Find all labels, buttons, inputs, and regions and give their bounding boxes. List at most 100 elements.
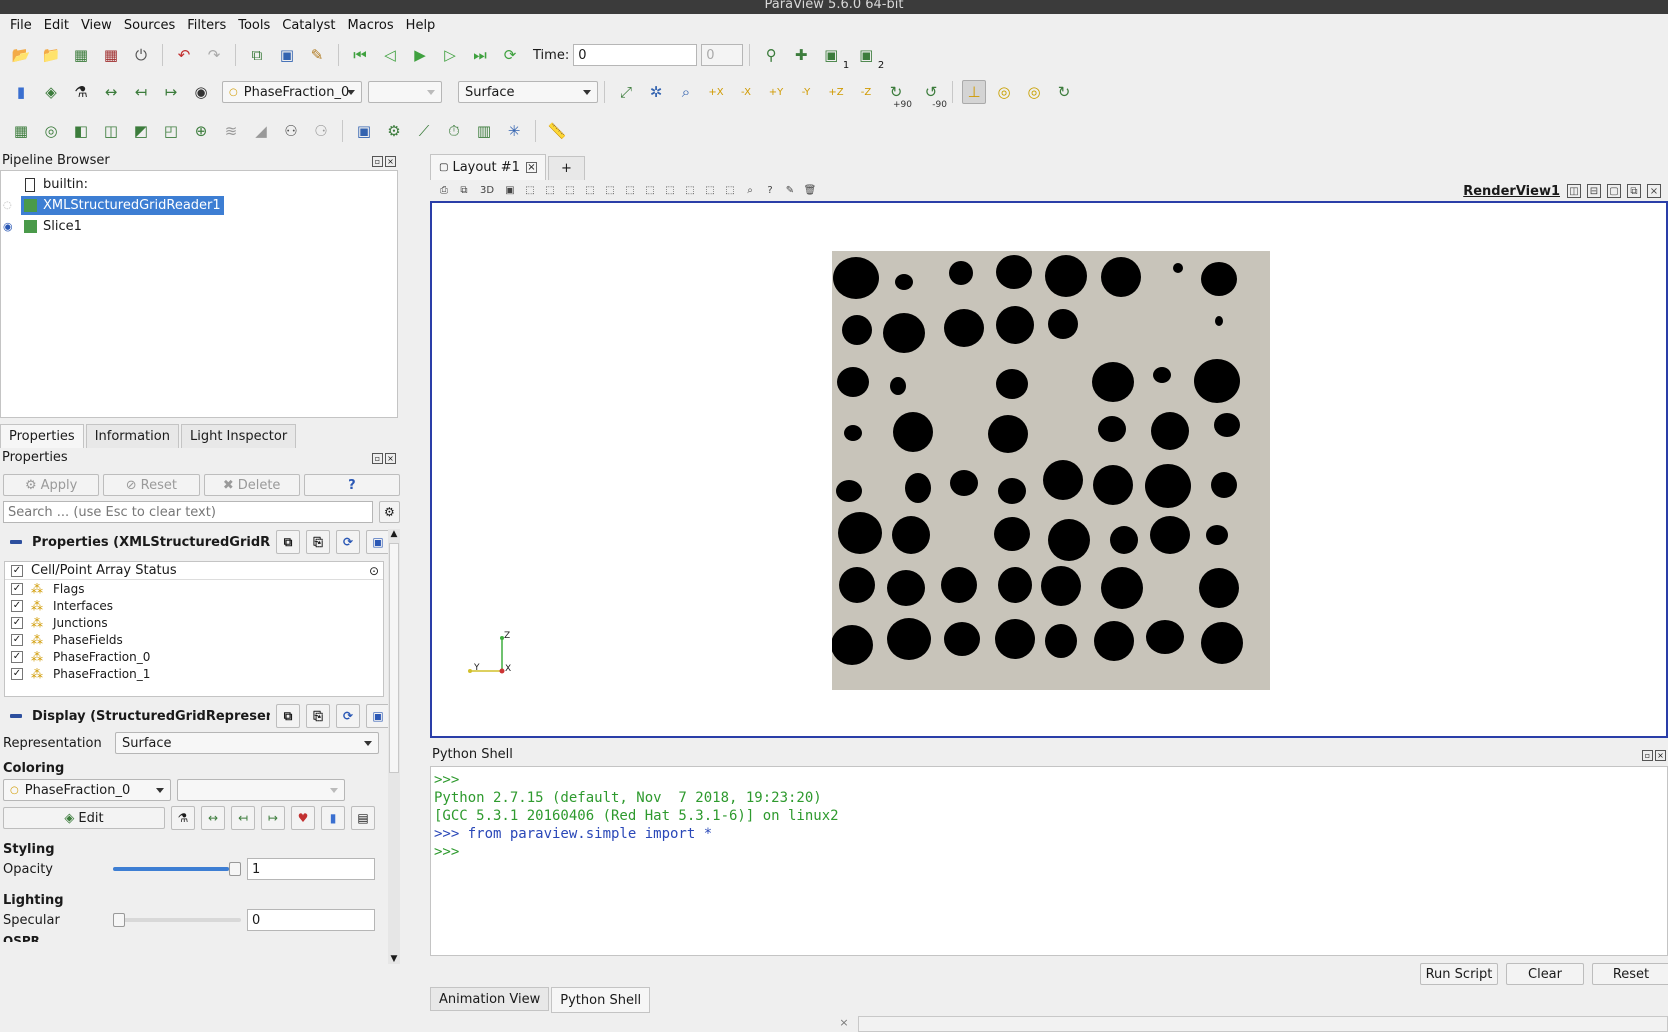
grow-selection-icon[interactable]: ⬚: [683, 184, 697, 198]
tab-python-shell[interactable]: Python Shell: [551, 987, 651, 1013]
previous-frame-icon[interactable]: ◁: [378, 43, 402, 67]
menu-view[interactable]: View: [75, 18, 118, 33]
pick-center-icon[interactable]: ▣: [275, 43, 299, 67]
status-close-icon[interactable]: ×: [836, 1016, 852, 1030]
hover-cells-icon[interactable]: ⬚: [663, 184, 677, 198]
choose-preset-icon[interactable]: ⚗: [171, 806, 195, 830]
favorites-icon[interactable]: ♥: [291, 806, 315, 830]
close-panel-icon[interactable]: ×: [1655, 750, 1666, 761]
delete-button[interactable]: ✖ Delete: [203, 474, 300, 496]
float-view-icon[interactable]: ⧉: [1627, 184, 1641, 198]
play-icon[interactable]: ▶: [408, 43, 432, 67]
settings-icon[interactable]: ✎: [305, 43, 329, 67]
menu-tools[interactable]: Tools: [232, 18, 276, 33]
advanced-gear-icon[interactable]: ⚙: [378, 501, 400, 523]
pipeline-item-slice[interactable]: ◉ Slice1: [1, 216, 397, 237]
view-minus-x-icon[interactable]: -X: [734, 80, 758, 104]
restore-defaults-icon[interactable]: ⟳: [336, 704, 360, 728]
show-orientation-axes-icon[interactable]: ⊥: [962, 80, 986, 104]
last-frame-icon[interactable]: ⏭: [468, 43, 492, 67]
connect-icon[interactable]: ⏻: [129, 43, 153, 67]
next-frame-icon[interactable]: ▷: [438, 43, 462, 67]
rescale-temporal-icon[interactable]: ↦: [159, 80, 183, 104]
extract-subset-icon[interactable]: ◰: [159, 119, 183, 143]
menu-sources[interactable]: Sources: [118, 18, 181, 33]
eye-visible-icon[interactable]: ◉: [3, 220, 15, 233]
paste-icon[interactable]: ⎘: [306, 530, 330, 554]
reset-center-icon[interactable]: ◎: [1022, 80, 1046, 104]
delete-selection-icon[interactable]: 🗑: [803, 184, 817, 198]
snowflake-icon[interactable]: ✳: [502, 119, 526, 143]
interactive-query-icon[interactable]: ?: [763, 184, 777, 198]
select-all-checkbox[interactable]: ✓: [11, 564, 23, 577]
array-checkbox[interactable]: ✓: [11, 667, 23, 680]
shrink-selection-icon[interactable]: ⬚: [703, 184, 717, 198]
find-data-icon[interactable]: ▣: [352, 119, 376, 143]
rotate-plus-90-icon[interactable]: ↻ +90: [884, 80, 912, 110]
select-frustum-icon[interactable]: ⬚: [563, 184, 577, 198]
python-console[interactable]: >>> Python 2.7.15 (default, Nov 7 2018, …: [430, 766, 1668, 956]
tab-light-inspector[interactable]: Light Inspector: [180, 424, 297, 448]
plot-data-icon[interactable]: ⟋: [412, 119, 436, 143]
array-checkbox[interactable]: ✓: [11, 616, 23, 629]
camera-undo-icon[interactable]: ▣: [503, 184, 517, 198]
menu-filters[interactable]: Filters: [181, 18, 232, 33]
menu-macros[interactable]: Macros: [342, 18, 400, 33]
scrollbar-thumb[interactable]: [389, 543, 399, 773]
zoom-box-icon[interactable]: ⌕: [674, 80, 698, 104]
component-select[interactable]: [368, 81, 442, 103]
view-plus-y-icon[interactable]: +Y: [764, 80, 788, 104]
add-camera-icon[interactable]: ✚: [789, 43, 813, 67]
opacity-input[interactable]: 1: [247, 858, 375, 880]
save-defaults-icon[interactable]: ▣: [366, 704, 390, 728]
opacity-slider[interactable]: [113, 862, 241, 876]
calculator-icon[interactable]: ▦: [9, 119, 33, 143]
view-name-label[interactable]: RenderView1: [1463, 184, 1560, 199]
color-legend-edit-icon[interactable]: ▤: [351, 806, 375, 830]
rescale-custom-icon[interactable]: ↤: [129, 80, 153, 104]
open-recent-icon[interactable]: 📁: [39, 43, 63, 67]
select-cells-icon[interactable]: ⬚: [523, 184, 537, 198]
representation-dropdown[interactable]: Surface: [115, 732, 379, 754]
array-row-phasefraction0[interactable]: ✓ ⁂ PhaseFraction_0: [5, 648, 383, 665]
split-horizontal-icon[interactable]: ◫: [1567, 184, 1581, 198]
opacity-slider-handle[interactable]: [229, 862, 241, 876]
contour-icon[interactable]: ◎: [39, 119, 63, 143]
tab-information[interactable]: Information: [85, 424, 179, 448]
pipeline-item-reader[interactable]: ◌ XMLStructuredGridReader1: [1, 195, 397, 216]
reset-session-icon[interactable]: ⧉: [245, 43, 269, 67]
edit-selection-icon[interactable]: ✎: [783, 184, 797, 198]
edit-colormap-button[interactable]: ◈ Edit: [3, 807, 165, 829]
rescale-range-icon[interactable]: ↔: [201, 806, 225, 830]
pick-center-icon[interactable]: ↻: [1052, 80, 1076, 104]
coloring-component-dropdown[interactable]: [177, 779, 345, 801]
array-checkbox[interactable]: ✓: [11, 650, 23, 663]
restore-defaults-icon[interactable]: ⟳: [336, 530, 360, 554]
show-center-icon[interactable]: ◎: [992, 80, 1016, 104]
float-panel-icon[interactable]: ▫: [372, 156, 383, 167]
reset-shell-button[interactable]: Reset: [1592, 963, 1668, 985]
camera-link-icon[interactable]: ⚲: [759, 43, 783, 67]
threshold-icon[interactable]: ◩: [129, 119, 153, 143]
view-plus-z-icon[interactable]: +Z: [824, 80, 848, 104]
menu-edit[interactable]: Edit: [38, 18, 75, 33]
collapse-icon[interactable]: [10, 714, 22, 718]
camera-loc-2-icon[interactable]: ▣ 2: [854, 43, 884, 71]
select-block-icon[interactable]: ⬚: [583, 184, 597, 198]
select-points-icon[interactable]: ⬚: [543, 184, 557, 198]
loop-icon[interactable]: ⟳: [498, 43, 522, 67]
view-plus-x-icon[interactable]: +X: [704, 80, 728, 104]
time-input[interactable]: 0: [573, 44, 698, 66]
histogram-icon[interactable]: ▥: [472, 119, 496, 143]
clip-icon[interactable]: ◧: [69, 119, 93, 143]
view-minus-z-icon[interactable]: -Z: [854, 80, 878, 104]
properties-scrollbar[interactable]: ▲ ▼: [388, 529, 400, 964]
apply-button[interactable]: ⚙ Apply: [3, 474, 100, 496]
specular-slider-handle[interactable]: [113, 913, 125, 927]
warp-vector-icon[interactable]: ◢: [249, 119, 273, 143]
select-polygon-icon[interactable]: ⬚: [623, 184, 637, 198]
copy-icon[interactable]: ⧉: [276, 704, 300, 728]
toggle-3d-button[interactable]: 3D: [477, 184, 497, 198]
first-frame-icon[interactable]: ⏮: [348, 43, 372, 67]
extract-level-icon[interactable]: ⚆: [309, 119, 333, 143]
